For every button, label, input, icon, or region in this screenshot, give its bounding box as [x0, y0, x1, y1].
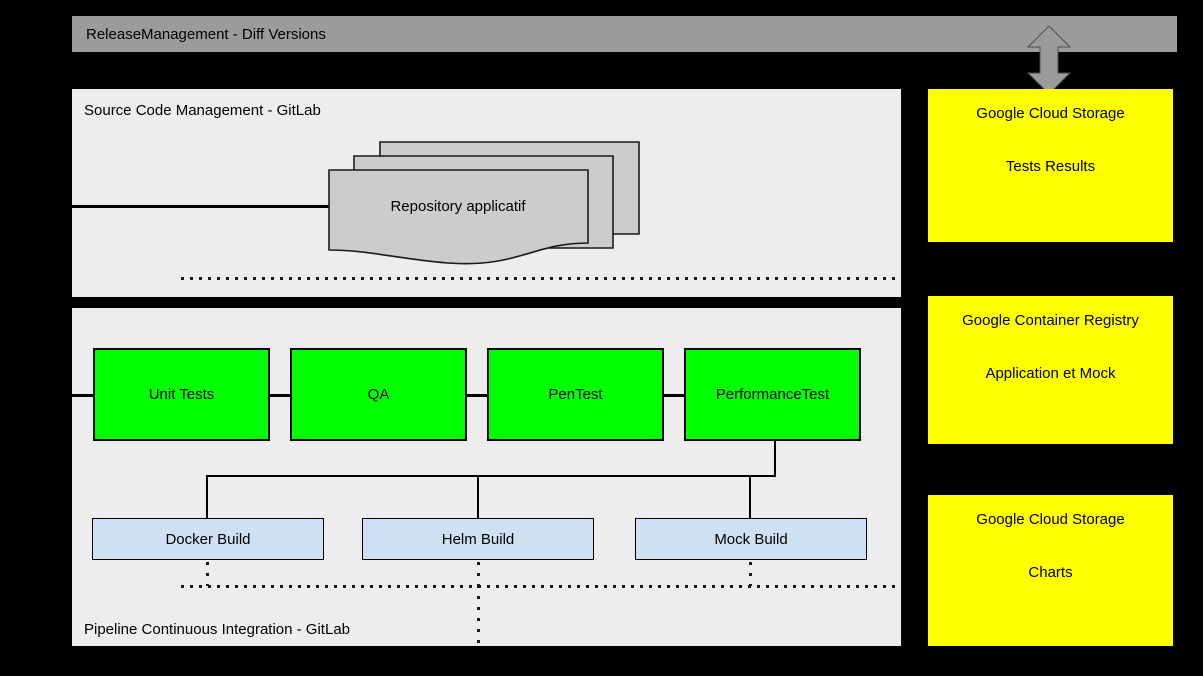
dotted-stub-docker-build: [206, 562, 209, 586]
storage-google-cloud-storage-tests-results[interactable]: Google Cloud Storage Tests Results: [928, 89, 1173, 242]
panel-pipeline-continuous-integration-label: Pipeline Continuous Integration - GitLab: [84, 621, 351, 638]
repository-applicatif-shape: Repository applicatif: [328, 140, 648, 266]
connector-bus-to-docker-build: [206, 475, 208, 518]
stage-mock-build-label: Mock Build: [714, 530, 788, 548]
stage-performancetest-label: PerformanceTest: [715, 386, 830, 403]
storage-container-registry-line2: Application et Mock: [985, 365, 1116, 382]
dotted-drop-helm-build-down: [477, 585, 480, 646]
diagram-canvas: ReleaseManagement - Diff Versions Source…: [0, 0, 1203, 676]
storage-google-container-registry[interactable]: Google Container Registry Application et…: [928, 296, 1173, 444]
storage-tests-results-line2: Tests Results: [1005, 158, 1096, 175]
stage-unit-tests[interactable]: Unit Tests: [93, 348, 270, 441]
connector-bus-to-mock-build: [749, 475, 751, 518]
dotted-bus-builds-to-storage: [181, 585, 900, 588]
stage-helm-build[interactable]: Helm Build: [362, 518, 594, 560]
stage-mock-build[interactable]: Mock Build: [635, 518, 867, 560]
connector-performancetest-down: [774, 441, 776, 477]
stage-helm-build-label: Helm Build: [441, 530, 515, 548]
connector-builds-bus: [206, 475, 776, 477]
stage-docker-build[interactable]: Docker Build: [92, 518, 324, 560]
stage-docker-build-label: Docker Build: [165, 530, 251, 548]
panel-source-code-management-label: Source Code Management - GitLab: [84, 102, 321, 119]
storage-google-cloud-storage-charts[interactable]: Google Cloud Storage Charts: [928, 495, 1173, 646]
stage-qa-label: QA: [367, 386, 390, 403]
dotted-bus-scm-to-tests: [181, 277, 900, 280]
connector-into-unit-tests: [72, 394, 94, 397]
stage-unit-tests-label: Unit Tests: [148, 386, 215, 403]
storage-container-registry-line1: Google Container Registry: [962, 312, 1139, 329]
connector-scm-to-repository: [72, 205, 330, 208]
dotted-stub-helm-build: [477, 562, 480, 586]
connector-pentest-to-performancetest: [663, 394, 686, 397]
bidirectional-arrow-icon: [1026, 25, 1072, 95]
storage-tests-results-line1: Google Cloud Storage: [976, 105, 1125, 122]
storage-charts-line2: Charts: [1028, 564, 1073, 581]
dotted-stub-mock-build: [749, 562, 752, 586]
connector-unit-tests-to-qa: [269, 394, 292, 397]
storage-charts-line1: Google Cloud Storage: [976, 511, 1125, 528]
repository-applicatif-label: Repository applicatif: [390, 198, 526, 215]
connector-qa-to-pentest: [466, 394, 489, 397]
stage-performancetest[interactable]: PerformanceTest: [684, 348, 861, 441]
title-bar-label: ReleaseManagement - Diff Versions: [86, 25, 326, 43]
stage-qa[interactable]: QA: [290, 348, 467, 441]
connector-bus-to-helm-build: [477, 475, 479, 518]
title-bar: ReleaseManagement - Diff Versions: [72, 16, 1177, 52]
stage-pentest-label: PenTest: [548, 386, 603, 403]
stage-pentest[interactable]: PenTest: [487, 348, 664, 441]
